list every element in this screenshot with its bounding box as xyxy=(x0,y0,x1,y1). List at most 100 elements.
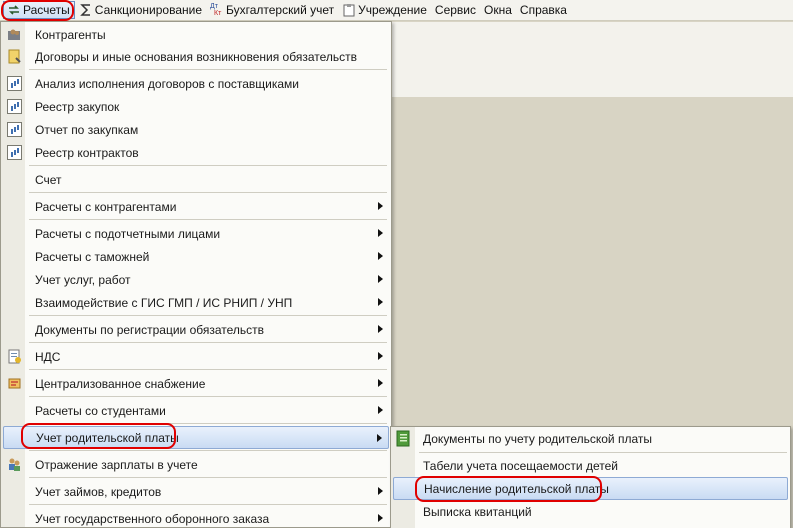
menu-separator xyxy=(29,423,387,424)
raschety-dropdown-menu: Контрагенты Договоры и иные основания во… xyxy=(0,21,392,528)
menu-item-label: Счет xyxy=(35,172,62,187)
journal-icon xyxy=(396,430,411,447)
submenu-arrow-icon xyxy=(378,202,383,210)
dt-kt-icon-bottom: Кт xyxy=(214,10,222,17)
submenu-arrow-icon xyxy=(378,275,383,283)
menu-separator xyxy=(29,315,387,316)
menubar-label: Санкционирование xyxy=(94,3,202,17)
menu-item-otchet-zakupki[interactable]: Отчет по закупкам xyxy=(1,118,391,141)
menu-item-label: Учет займов, кредитов xyxy=(35,484,162,499)
menubar-label: Бухгалтерский учет xyxy=(226,3,335,17)
sigma-icon xyxy=(79,3,93,17)
submenu-arrow-icon xyxy=(378,514,383,522)
menu-separator xyxy=(29,504,387,505)
menu-item-label: Расчеты с подотчетными лицами xyxy=(35,226,221,241)
submenu-item-dokumenty[interactable]: Документы по учету родительской платы xyxy=(391,427,790,450)
submenu-item-label: Документы по учету родительской платы xyxy=(423,431,652,446)
menu-item-label: Централизованное снабжение xyxy=(35,376,206,391)
menu-separator xyxy=(29,396,387,397)
submenu-arrow-icon xyxy=(378,229,383,237)
menu-item-tamozhnya[interactable]: Расчеты с таможней xyxy=(1,245,391,268)
menu-item-raschety-kontragenty[interactable]: Расчеты с контрагентами xyxy=(1,195,391,218)
menu-item-label: Отчет по закупкам xyxy=(35,122,139,137)
menu-item-label: Расчеты со студентами xyxy=(35,403,166,418)
dt-kt-icon: Дт Кт xyxy=(210,3,224,17)
menu-item-nds[interactable]: НДС xyxy=(1,345,391,368)
menu-item-roditelskaya-plata[interactable]: Учет родительской платы xyxy=(3,426,389,449)
supply-icon xyxy=(7,376,22,391)
menu-item-label: Отражение зарплаты в учете xyxy=(35,457,198,472)
menu-separator xyxy=(29,192,387,193)
menu-item-oboronnyy-zakaz[interactable]: Учет государственного оборонного заказа xyxy=(1,507,391,527)
menu-item-schet[interactable]: Счет xyxy=(1,168,391,191)
submenu-item-label: Начисление родительской платы xyxy=(424,481,609,496)
menu-separator xyxy=(29,165,387,166)
menubar-label: Расчеты xyxy=(23,3,70,17)
menu-item-label: Учет услуг, работ xyxy=(35,272,131,287)
contract-icon xyxy=(7,49,22,64)
report-icon xyxy=(7,99,22,114)
roditelskaya-plata-submenu: Документы по учету родительской платы Та… xyxy=(390,426,791,528)
menu-item-label: Договоры и иные основания возникновения … xyxy=(35,49,358,64)
menu-item-label: Учет родительской платы xyxy=(36,430,179,445)
menu-separator xyxy=(29,369,387,370)
menu-item-reestr-kontraktov[interactable]: Реестр контрактов xyxy=(1,141,391,164)
menu-item-snabzhenie[interactable]: Централизованное снабжение xyxy=(1,372,391,395)
submenu-arrow-icon xyxy=(378,352,383,360)
menubar-item-bukh-uchet[interactable]: Дт Кт Бухгалтерский учет xyxy=(206,0,338,21)
menu-item-label: Расчеты с таможней xyxy=(35,249,150,264)
submenu-arrow-icon xyxy=(378,252,383,260)
report-icon xyxy=(7,145,22,160)
submenu-arrow-icon xyxy=(377,434,382,442)
submenu-item-nachislenie[interactable]: Начисление родительской платы xyxy=(393,477,788,500)
menu-item-label: Учет государственного оборонного заказа xyxy=(35,511,270,526)
menu-item-kontragenty[interactable]: Контрагенты xyxy=(1,23,391,46)
menu-item-zarplata[interactable]: Отражение зарплаты в учете xyxy=(1,453,391,476)
menubar-label: Окна xyxy=(484,3,512,17)
menubar-item-spravka[interactable]: Справка xyxy=(516,0,571,21)
menu-item-gis-gmp[interactable]: Взаимодействие с ГИС ГМП / ИС РНИП / УНП xyxy=(1,291,391,314)
menu-item-zaymy[interactable]: Учет займов, кредитов xyxy=(1,480,391,503)
menu-separator xyxy=(29,219,387,220)
vat-icon xyxy=(7,349,22,364)
menu-item-label: Реестр контрактов xyxy=(35,145,139,160)
menubar-item-raschety[interactable]: Расчеты xyxy=(3,1,75,19)
menu-item-label: Взаимодействие с ГИС ГМП / ИС РНИП / УНП xyxy=(35,295,293,310)
menu-item-studenty[interactable]: Расчеты со студентами xyxy=(1,399,391,422)
menu-item-registratsiya[interactable]: Документы по регистрации обязательств xyxy=(1,318,391,341)
menu-item-label: Контрагенты xyxy=(35,27,106,42)
menu-item-label: Расчеты с контрагентами xyxy=(35,199,177,214)
submenu-arrow-icon xyxy=(378,298,383,306)
menu-item-label: Реестр закупок xyxy=(35,99,120,114)
submenu-arrow-icon xyxy=(378,325,383,333)
menubar-label: Учреждение xyxy=(358,3,427,17)
menubar-item-sanktsionirovanie[interactable]: Санкционирование xyxy=(75,0,206,21)
report-icon xyxy=(7,76,22,91)
menu-separator xyxy=(29,69,387,70)
submenu-item-vypiska[interactable]: Выписка квитанций xyxy=(391,500,790,523)
menu-item-label: Документы по регистрации обязательств xyxy=(35,322,265,337)
arrows-icon xyxy=(7,3,21,17)
submenu-arrow-icon xyxy=(378,487,383,495)
submenu-item-label: Выписка квитанций xyxy=(423,504,532,519)
submenu-item-tabeli[interactable]: Табели учета посещаемости детей xyxy=(391,454,790,477)
menu-item-label: НДС xyxy=(35,349,61,364)
menu-item-analiz[interactable]: Анализ исполнения договоров с поставщика… xyxy=(1,72,391,95)
menu-item-dogovory[interactable]: Договоры и иные основания возникновения … xyxy=(1,45,391,68)
workspace-panel xyxy=(390,22,793,97)
dt-kt-icon-top: Дт xyxy=(210,3,218,10)
submenu-item-label: Табели учета посещаемости детей xyxy=(423,458,618,473)
menu-item-label: Анализ исполнения договоров с поставщика… xyxy=(35,76,299,91)
report-icon xyxy=(7,122,22,137)
menubar-item-okna[interactable]: Окна xyxy=(480,0,516,21)
main-menubar: Расчеты Санкционирование Дт Кт Бухгалтер… xyxy=(0,0,793,21)
menu-separator xyxy=(29,450,387,451)
menu-item-uslugi[interactable]: Учет услуг, работ xyxy=(1,268,391,291)
menu-item-podotchetnye[interactable]: Расчеты с подотчетными лицами xyxy=(1,222,391,245)
submenu-arrow-icon xyxy=(378,406,383,414)
menubar-item-uchrezhdenie[interactable]: Учреждение xyxy=(338,0,431,21)
menu-item-reestr-zakupok[interactable]: Реестр закупок xyxy=(1,95,391,118)
menubar-item-servis[interactable]: Сервис xyxy=(431,0,480,21)
menubar-label: Сервис xyxy=(434,3,477,17)
menubar-label: Справка xyxy=(519,3,567,17)
